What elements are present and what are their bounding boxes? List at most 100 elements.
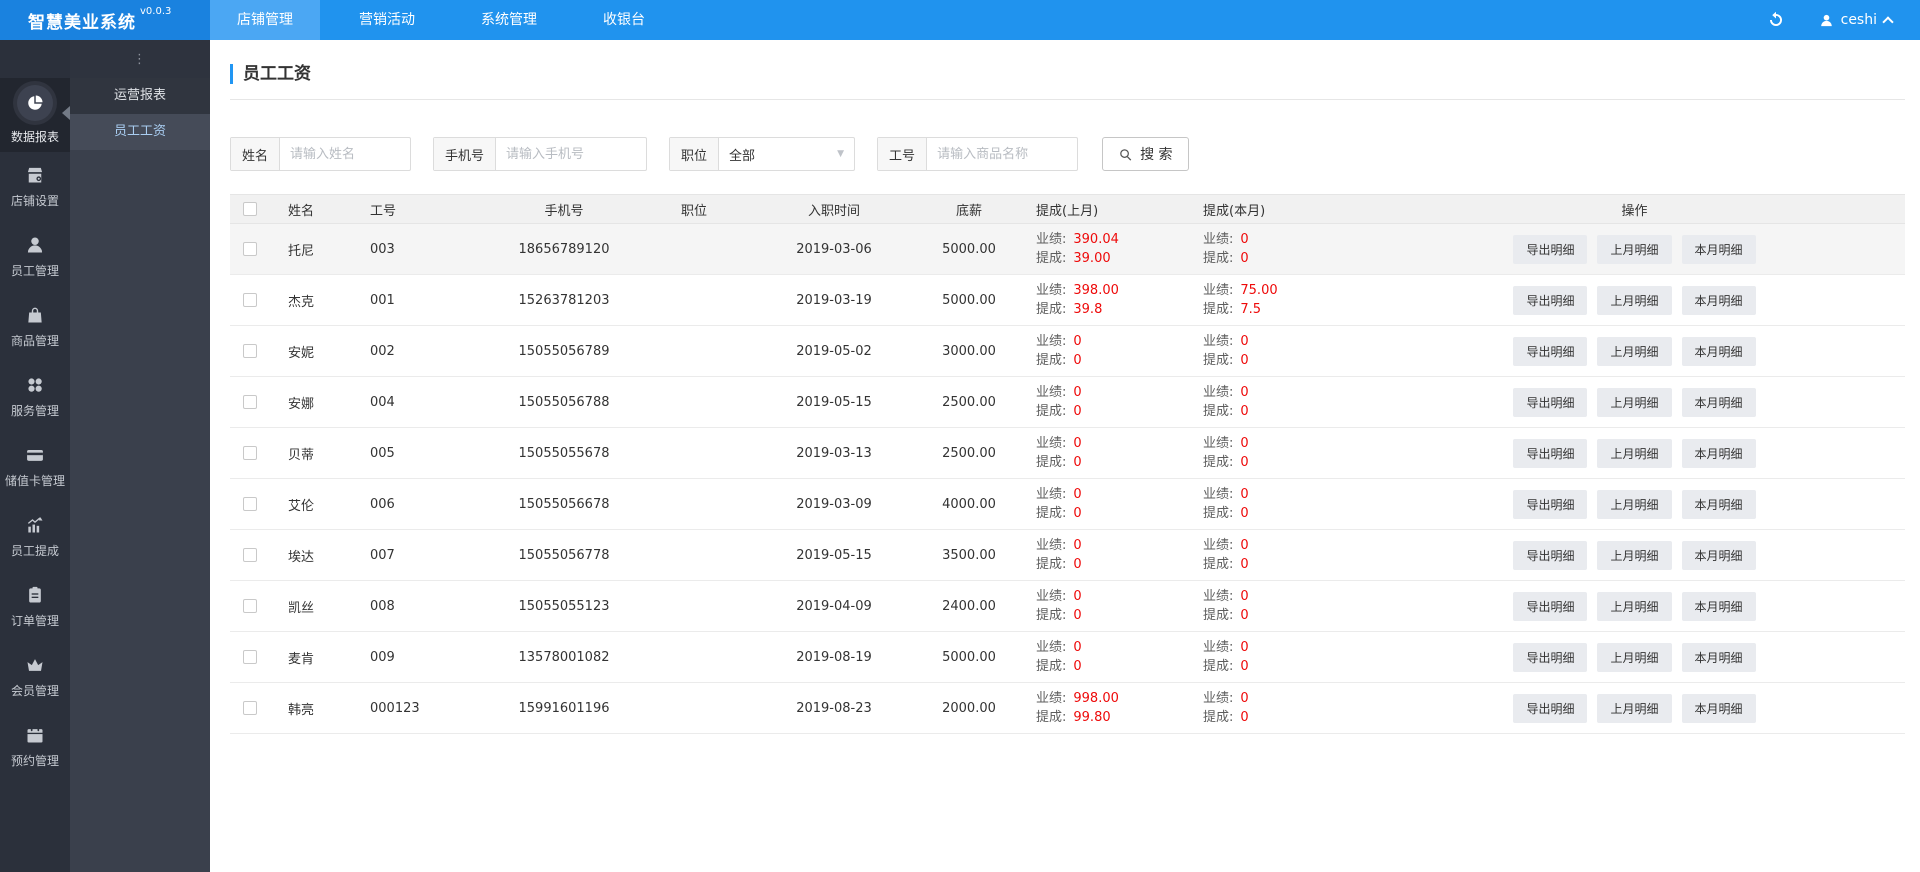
last-month-detail-button[interactable]: 上月明细 [1597,438,1672,468]
sidebar-item[interactable]: 数据报表 [0,78,70,152]
row-checkbox[interactable] [243,242,257,256]
export-detail-button[interactable]: 导出明细 [1513,591,1588,621]
cell-name: 艾伦 [288,498,315,514]
shopping-bag-icon [25,305,45,325]
submenu-item[interactable]: 运营报表 [70,78,210,114]
cell-phone: 15055055678 [518,445,610,461]
search-input[interactable] [496,138,647,170]
nav-tab[interactable]: 系统管理 [454,0,564,40]
search-field-group: 职位 全部 ▼ [669,137,856,171]
this-month-detail-button[interactable]: 本月明细 [1681,489,1756,519]
export-detail-button[interactable]: 导出明细 [1513,642,1588,672]
cell-hire-date: 2019-03-13 [796,445,872,461]
commission-value: 0 [1073,385,1082,400]
stored-card-icon [25,445,45,465]
commission-label: 提成: [1203,506,1234,521]
search-input[interactable] [280,138,411,170]
cell-employee-id: 008 [370,598,395,614]
export-detail-button[interactable]: 导出明细 [1513,438,1588,468]
row-checkbox[interactable] [243,497,257,511]
commission-cell: 业绩: 0 提成: 0 [1014,326,1189,377]
this-month-detail-button[interactable]: 本月明细 [1681,387,1756,417]
last-month-detail-button[interactable]: 上月明细 [1597,591,1672,621]
this-month-detail-button[interactable]: 本月明细 [1681,234,1756,264]
actions-cell: 导出明细 上月明细 本月明细 [1364,632,1905,683]
row-checkbox[interactable] [243,293,257,307]
cell-name: 贝蒂 [288,447,315,463]
cell-hire-date: 2019-05-02 [796,343,872,359]
nav-tab[interactable]: 收银台 [576,0,672,40]
actions-cell: 导出明细 上月明细 本月明细 [1364,377,1905,428]
last-month-detail-button[interactable]: 上月明细 [1597,693,1672,723]
last-month-detail-button[interactable]: 上月明细 [1597,234,1672,264]
commission-cell: 业绩: 0 提成: 0 [1189,479,1364,530]
nav-tab[interactable]: 营销活动 [332,0,442,40]
export-detail-button[interactable]: 导出明细 [1513,693,1588,723]
search-input[interactable] [927,138,1078,170]
cell-employee-id: 000123 [370,700,420,716]
commission-label: 提成: [1036,608,1067,623]
sidebar-item-label: 员工提成 [10,544,59,558]
sidebar-collapse-toggle[interactable]: ⋮ [70,40,210,78]
sidebar-item[interactable]: 员工提成 [0,502,70,572]
this-month-detail-button[interactable]: 本月明细 [1681,336,1756,366]
cell-base-salary: 3000.00 [942,343,996,359]
export-detail-button[interactable]: 导出明细 [1513,540,1588,570]
this-month-detail-button[interactable]: 本月明细 [1681,285,1756,315]
sidebar-item[interactable]: 员工管理 [0,222,70,292]
row-checkbox[interactable] [243,548,257,562]
export-detail-button[interactable]: 导出明细 [1513,489,1588,519]
page-title: 员工工资 [230,64,311,84]
commission-cell: 业绩: 0 提成: 0 [1189,683,1364,734]
sidebar-submenu: ⋮ 运营报表 员工工资 [62,40,210,872]
last-month-detail-button[interactable]: 上月明细 [1597,387,1672,417]
submenu-item[interactable]: 员工工资 [70,114,210,150]
row-checkbox[interactable] [243,344,257,358]
table-row: 韩亮 000123 15991601196 2019-08-23 2000.00 业绩: 9… [230,683,1905,734]
export-detail-button[interactable]: 导出明细 [1513,387,1588,417]
commission-value: 0 [1073,334,1082,349]
sidebar-item[interactable]: 会员管理 [0,642,70,712]
cell-name: 安妮 [288,345,315,361]
row-checkbox[interactable] [243,599,257,613]
refresh-icon[interactable] [1767,11,1785,29]
last-month-detail-button[interactable]: 上月明细 [1597,285,1672,315]
select-all-checkbox[interactable] [243,202,257,216]
this-month-detail-button[interactable]: 本月明细 [1681,693,1756,723]
row-checkbox[interactable] [243,650,257,664]
this-month-detail-button[interactable]: 本月明细 [1681,642,1756,672]
position-select[interactable]: 全部 ▼ [719,138,854,170]
commission-label: 提成: [1203,353,1234,368]
last-month-detail-button[interactable]: 上月明细 [1597,642,1672,672]
last-month-detail-button[interactable]: 上月明细 [1597,540,1672,570]
table-row: 贝蒂 005 15055055678 2019-03-13 2500.00 业绩: 0 提成:… [230,428,1905,479]
this-month-detail-button[interactable]: 本月明细 [1681,591,1756,621]
row-checkbox[interactable] [243,446,257,460]
user-name: ceshi [1840,12,1877,28]
actions-cell: 导出明细 上月明细 本月明细 [1364,479,1905,530]
sidebar-item[interactable]: 预约管理 [0,712,70,782]
sidebar-item[interactable]: 商品管理 [0,292,70,362]
sidebar-item[interactable]: 订单管理 [0,572,70,642]
row-checkbox[interactable] [243,701,257,715]
search-form: 姓名 手机号 职位全部 ▼ 工号 搜 索 [230,137,1905,171]
row-checkbox-cell [230,479,270,530]
sidebar-item[interactable]: 服务管理 [0,362,70,432]
sidebar-item[interactable]: 储值卡管理 [0,432,70,502]
nav-tab[interactable]: 店铺管理 [210,0,320,40]
last-month-detail-button[interactable]: 上月明细 [1597,489,1672,519]
row-checkbox[interactable] [243,395,257,409]
export-detail-button[interactable]: 导出明细 [1513,285,1588,315]
column-header: 入职时间 [744,194,924,224]
commission-value: 0 [1073,640,1082,655]
commission-label: 提成: [1036,302,1067,317]
search-button[interactable]: 搜 索 [1102,137,1189,171]
user-menu[interactable]: ceshi [1819,12,1894,28]
this-month-detail-button[interactable]: 本月明细 [1681,438,1756,468]
last-month-detail-button[interactable]: 上月明细 [1597,336,1672,366]
sidebar-item[interactable]: 店铺设置 [0,152,70,222]
commission-value: 0 [1073,404,1082,419]
export-detail-button[interactable]: 导出明细 [1513,234,1588,264]
this-month-detail-button[interactable]: 本月明细 [1681,540,1756,570]
export-detail-button[interactable]: 导出明细 [1513,336,1588,366]
